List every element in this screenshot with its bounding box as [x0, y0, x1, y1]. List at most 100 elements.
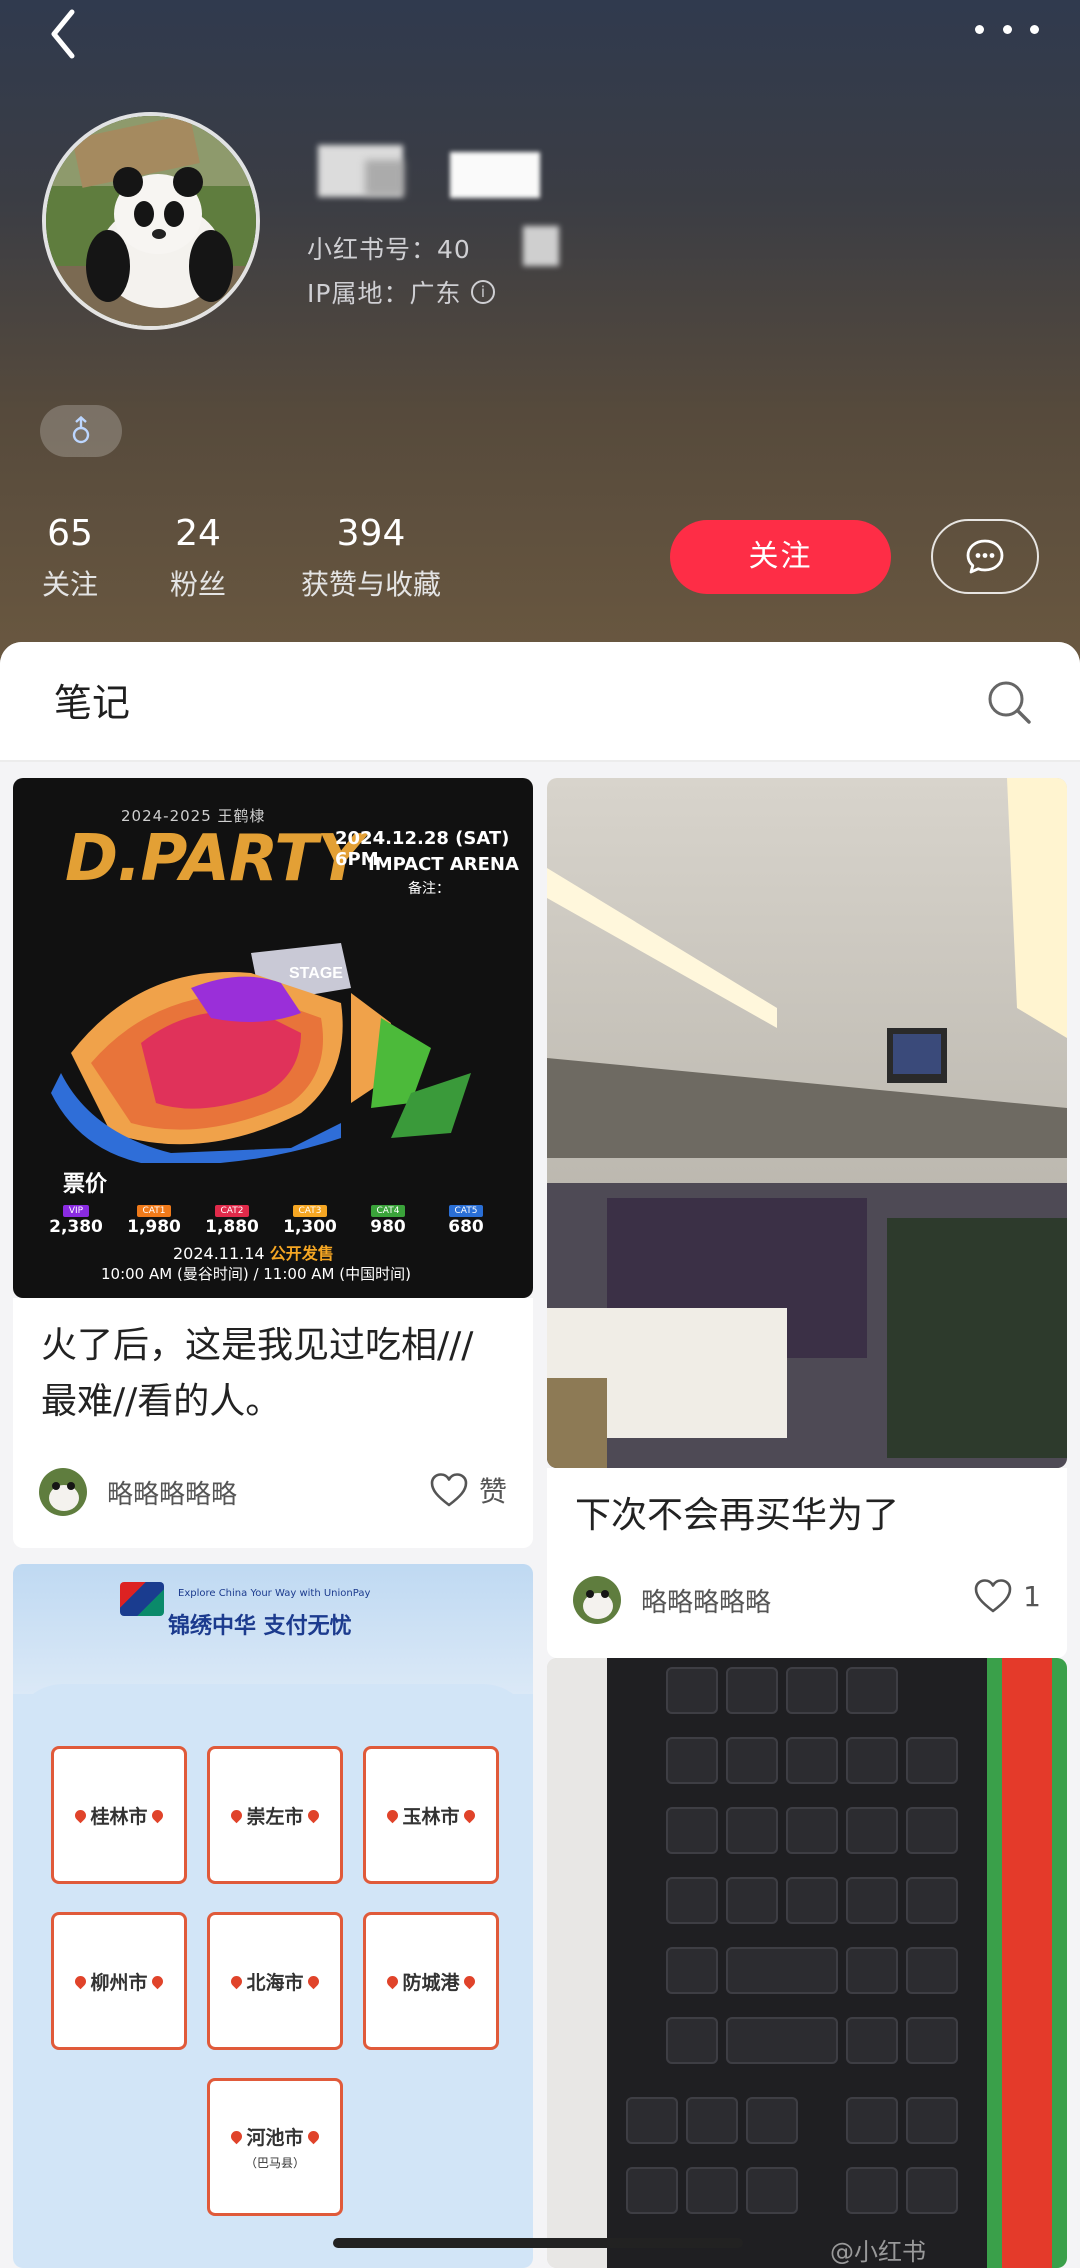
note-card[interactable]: 2024-2025 王鹤棣 D.PARTY 2024.12.28 (SAT) 6… — [13, 778, 533, 1298]
note-author[interactable]: 略略略略略 — [573, 1576, 771, 1624]
user-id[interactable]: 小红书号：40 — [307, 230, 471, 266]
pin-icon — [305, 1807, 321, 1823]
price-item: VIP 2,380 — [41, 1198, 111, 1237]
price-cat: CAT2 — [214, 1205, 250, 1217]
nickname-redacted — [365, 160, 405, 196]
city-tile: 河池市 （巴马县） — [207, 2078, 343, 2216]
price-value: 680 — [448, 1217, 484, 1237]
stat-followers-value: 24 — [175, 513, 221, 554]
city-grid: 桂林市 崇左市 玉林市 柳州市 北海市 防城港 河池市 （巴马县） — [13, 1684, 533, 2244]
sale-label: 公开发售 — [269, 1244, 334, 1263]
watermark: @小红书 — [830, 2238, 926, 2266]
price-value: 1,300 — [283, 1217, 337, 1237]
price-value: 2,380 — [49, 1217, 103, 1237]
author-avatar — [573, 1576, 621, 1624]
follow-button[interactable]: 关注 — [670, 520, 891, 594]
price-cat: CAT1 — [136, 1205, 172, 1217]
profile-header: 小红书号：40 IP属地：广东 i 65 关注 24 粉丝 394 获赞与收藏 … — [0, 0, 1080, 665]
stat-following[interactable]: 65 关注 — [40, 508, 100, 610]
pin-icon — [229, 1807, 245, 1823]
panda-avatar-image — [46, 116, 256, 326]
note-card[interactable]: 下次不会再买华为了 — [547, 778, 1067, 1468]
city-name: 柳州市 — [90, 1971, 148, 1994]
more-options-button[interactable] — [975, 14, 1039, 44]
like-button[interactable]: 赞 — [429, 1470, 507, 1510]
message-button[interactable] — [931, 519, 1039, 594]
pin-icon — [229, 1973, 245, 1989]
sale-time: 10:00 AM (曼谷时间) / 11:00 AM (中国时间) — [101, 1265, 411, 1283]
content-sheet: 笔记 2024-2025 王鹤棣 D.PARTY 2024.12.28 (SAT… — [0, 642, 1080, 2268]
chat-bubble-icon — [966, 539, 1004, 573]
price-item: CAT5 680 — [431, 1198, 501, 1237]
stat-likes-collects[interactable]: 394 获赞与收藏 — [296, 508, 446, 610]
back-button[interactable] — [40, 4, 90, 64]
price-value: 980 — [370, 1217, 406, 1237]
pin-icon — [73, 1807, 89, 1823]
pin-icon — [305, 1973, 321, 1989]
price-cat: CAT5 — [448, 1205, 484, 1217]
pin-icon — [461, 1973, 477, 1989]
user-id-redacted — [523, 226, 559, 266]
sale-date: 2024.11.14 — [173, 1244, 265, 1263]
city-tile: 柳州市 — [51, 1912, 187, 2050]
poster-slogan: 锦绣中华 支付无忧 — [168, 1614, 352, 1639]
pin-icon — [305, 2128, 321, 2145]
search-button[interactable] — [985, 678, 1033, 726]
unionpay-poster-image: Explore China Your Way with UnionPay 锦绣中… — [13, 1564, 533, 2268]
concert-poster-image: 2024-2025 王鹤棣 D.PARTY 2024.12.28 (SAT) 6… — [13, 778, 533, 1298]
more-dot-icon — [1030, 24, 1039, 34]
keyboard-photo-image — [547, 1658, 1067, 2268]
price-cat: VIP — [62, 1205, 90, 1217]
city-name: 河池市 — [246, 2127, 304, 2149]
city-tile: 桂林市 — [51, 1746, 187, 1884]
avatar[interactable] — [42, 112, 260, 330]
note-author[interactable]: 略略略略略 — [39, 1468, 237, 1516]
nickname-redacted — [450, 152, 540, 198]
price-cat: CAT3 — [292, 1205, 328, 1217]
poster-tagline: Explore China Your Way with UnionPay — [178, 1588, 371, 1599]
city-name: 桂林市 — [90, 1805, 148, 1828]
price-item: CAT2 1,880 — [197, 1198, 267, 1237]
poster-venue: IMPACT ARENA — [368, 854, 519, 875]
like-button[interactable]: 1 — [973, 1578, 1041, 1614]
note-card-footer[interactable]: 下次不会再买华为了 略略略略略 1 — [547, 1468, 1067, 1658]
more-dot-icon — [1002, 24, 1012, 34]
gender-badge — [40, 405, 122, 457]
home-indicator[interactable] — [333, 2238, 743, 2248]
stat-followers[interactable]: 24 粉丝 — [168, 508, 228, 610]
city-name: 防城港 — [402, 1971, 460, 1994]
heart-icon — [430, 1473, 468, 1507]
male-icon — [72, 416, 90, 444]
tab-bar: 笔记 — [0, 642, 1080, 762]
city-sub-note: （巴马县） — [244, 2156, 305, 2170]
stat-likes-value: 394 — [336, 513, 406, 554]
city-tile: 崇左市 — [207, 1746, 343, 1884]
train-interior-image — [547, 778, 1067, 1468]
unionpay-logo-icon — [120, 1582, 164, 1616]
note-card[interactable] — [547, 1658, 1067, 2268]
poster-note-title: 备注： — [408, 881, 450, 897]
stat-likes-label: 获赞与收藏 — [300, 568, 441, 601]
note-title: 下次不会再买华为了 — [575, 1495, 900, 1536]
note-card-footer[interactable]: 火了后，这是我见过吃相///最难//看的人。 略略略略略 赞 — [13, 1298, 533, 1548]
city-name: 玉林市 — [402, 1805, 460, 1828]
more-dot-icon — [975, 24, 984, 34]
search-icon — [988, 681, 1031, 724]
author-name: 略略略略略 — [107, 1479, 238, 1510]
seat-map-graphic: STAGE — [51, 943, 471, 1163]
heart-icon — [974, 1579, 1012, 1613]
ip-location-label: IP属地：广东 — [307, 279, 462, 308]
pin-icon — [73, 1973, 89, 1989]
note-card[interactable]: Explore China Your Way with UnionPay 锦绣中… — [13, 1564, 533, 2268]
price-value: 1,880 — [205, 1217, 259, 1237]
price-item: CAT1 1,980 — [119, 1198, 189, 1237]
pin-icon — [149, 1807, 165, 1823]
like-count: 1 — [1023, 1579, 1041, 1613]
stage-label: STAGE — [289, 965, 343, 982]
stat-following-label: 关注 — [41, 568, 98, 601]
city-tile: 玉林市 — [363, 1746, 499, 1884]
panda-avatar-image — [39, 1468, 87, 1516]
note-title: 火了后，这是我见过吃相///最难//看的人。 — [41, 1325, 474, 1422]
info-icon[interactable]: i — [471, 280, 496, 304]
tab-notes[interactable]: 笔记 — [54, 672, 130, 727]
